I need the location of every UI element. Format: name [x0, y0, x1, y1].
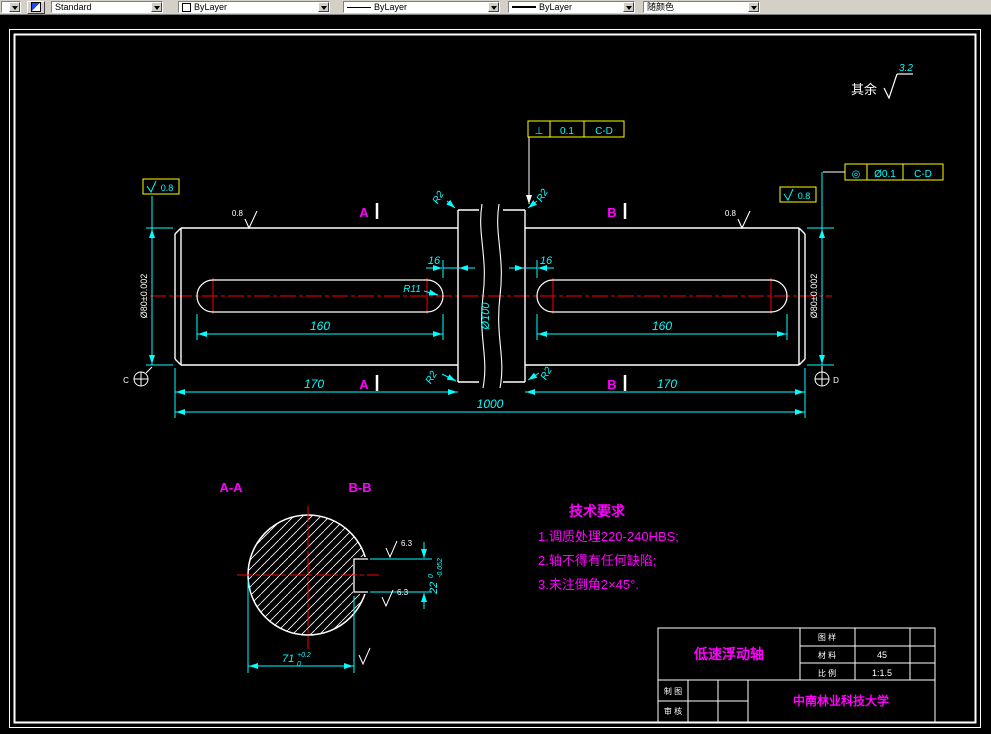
- dim-text-r11: R11: [403, 284, 421, 295]
- canvas-background: [0, 0, 991, 734]
- dim-text-16-right: 16: [540, 255, 553, 267]
- tech-req-title: 技术要求: [569, 503, 626, 519]
- color-value: ByLayer: [194, 2, 228, 12]
- plot-style-value: 随颜色: [647, 2, 675, 12]
- chevron-down-icon[interactable]: [151, 2, 162, 12]
- plot-style-combo[interactable]: 随颜色: [643, 1, 760, 13]
- lineweight-sample-icon: [512, 6, 536, 8]
- fcf-side-datum: C-D: [914, 169, 932, 180]
- svg-text:22: 22: [428, 582, 440, 595]
- section-title-aa: A-A: [219, 480, 243, 495]
- dim-text-journal-right: Ø80±0.002: [809, 274, 819, 318]
- dim-text-170-left: 170: [304, 377, 324, 391]
- roughness-box-left-value: 0.8: [161, 183, 174, 193]
- dim-text-1000: 1000: [477, 397, 504, 411]
- style-manager-button[interactable]: [27, 0, 45, 14]
- chevron-down-icon[interactable]: [623, 2, 634, 12]
- svg-text:-0.052: -0.052: [437, 558, 444, 578]
- linetype-sample-icon: [347, 6, 371, 8]
- toolbar: Standard ByLayer ByLayer ByLayer 随颜色: [0, 0, 991, 15]
- section-label-a-top: A: [359, 205, 369, 220]
- scale-value: 1:1.5: [872, 668, 892, 678]
- color-combo[interactable]: ByLayer: [178, 1, 330, 13]
- color-swatch-icon: [182, 2, 191, 12]
- dim-text-journal-left: Ø80±0.002: [139, 274, 149, 318]
- svg-text:0: 0: [428, 574, 435, 578]
- text-style-combo[interactable]: Standard: [51, 1, 163, 13]
- maker-label: 制 图: [664, 686, 682, 696]
- surface-note-value: 3.2: [899, 63, 913, 74]
- material-value: 45: [877, 650, 887, 660]
- fcf-top-tolerance: 0.1: [560, 126, 574, 137]
- tech-req-item-2: 2.轴不得有任何缺陷;: [538, 553, 656, 568]
- material-label: 材 料: [818, 650, 836, 660]
- datum-letter-c: C: [123, 376, 129, 385]
- section-label-b-bottom: B: [607, 377, 616, 392]
- section-title-bb: B-B: [348, 480, 371, 495]
- lineweight-value: ByLayer: [539, 2, 573, 12]
- dim-text-16-left: 16: [428, 255, 441, 267]
- dim-text-mid-diameter: Ø100: [480, 302, 492, 331]
- fcf-top-symbol: ⊥: [535, 126, 544, 137]
- fcf-side-symbol: ◎: [852, 169, 861, 180]
- dim-text-160-right: 160: [652, 319, 672, 333]
- toolbar-combo-stub[interactable]: [1, 1, 21, 13]
- linetype-value: ByLayer: [374, 2, 408, 12]
- chevron-down-icon[interactable]: [318, 2, 329, 12]
- roughness-box-right-value: 0.8: [798, 191, 811, 201]
- roughness-value: 0.8: [725, 209, 737, 218]
- surface-note-prefix: 其余: [851, 82, 877, 97]
- svg-text:+0.2: +0.2: [297, 652, 311, 659]
- part-name: 低速浮动轴: [693, 646, 764, 662]
- section-label-b-top: B: [607, 205, 616, 220]
- checker-label: 审 核: [664, 706, 682, 716]
- fcf-side-tolerance: Ø0.1: [874, 169, 896, 180]
- chevron-down-icon[interactable]: [9, 2, 20, 12]
- drawing-canvas[interactable]: 16 16 160 160 170 170 1000 Ø100 Ø80±0.00…: [0, 0, 991, 734]
- svg-text:71: 71: [282, 653, 294, 665]
- roughness-value: 6.3: [401, 539, 413, 548]
- roughness-value: 0.8: [232, 209, 244, 218]
- datum-letter-d: D: [833, 376, 839, 385]
- title-block-row1-label: 图 样: [818, 632, 836, 642]
- tech-req-item-3: 3.未注倒角2×45°.: [538, 577, 639, 592]
- dim-text-160-left: 160: [310, 319, 330, 333]
- dim-text-170-right: 170: [657, 377, 677, 391]
- fcf-top-datum: C-D: [595, 126, 613, 137]
- lineweight-combo[interactable]: ByLayer: [508, 1, 635, 13]
- school-name: 中南林业科技大学: [793, 693, 889, 708]
- tech-req-item-1: 1.调质处理220-240HBS;: [538, 529, 679, 544]
- chevron-down-icon[interactable]: [748, 2, 759, 12]
- roughness-value: 6.3: [397, 588, 409, 597]
- linetype-combo[interactable]: ByLayer: [343, 1, 500, 13]
- section-label-a-bottom: A: [359, 377, 369, 392]
- chevron-down-icon[interactable]: [488, 2, 499, 12]
- style-manager-icon: [31, 2, 41, 12]
- svg-text:0: 0: [297, 661, 301, 668]
- text-style-value: Standard: [55, 2, 92, 12]
- scale-label: 比 例: [818, 668, 836, 678]
